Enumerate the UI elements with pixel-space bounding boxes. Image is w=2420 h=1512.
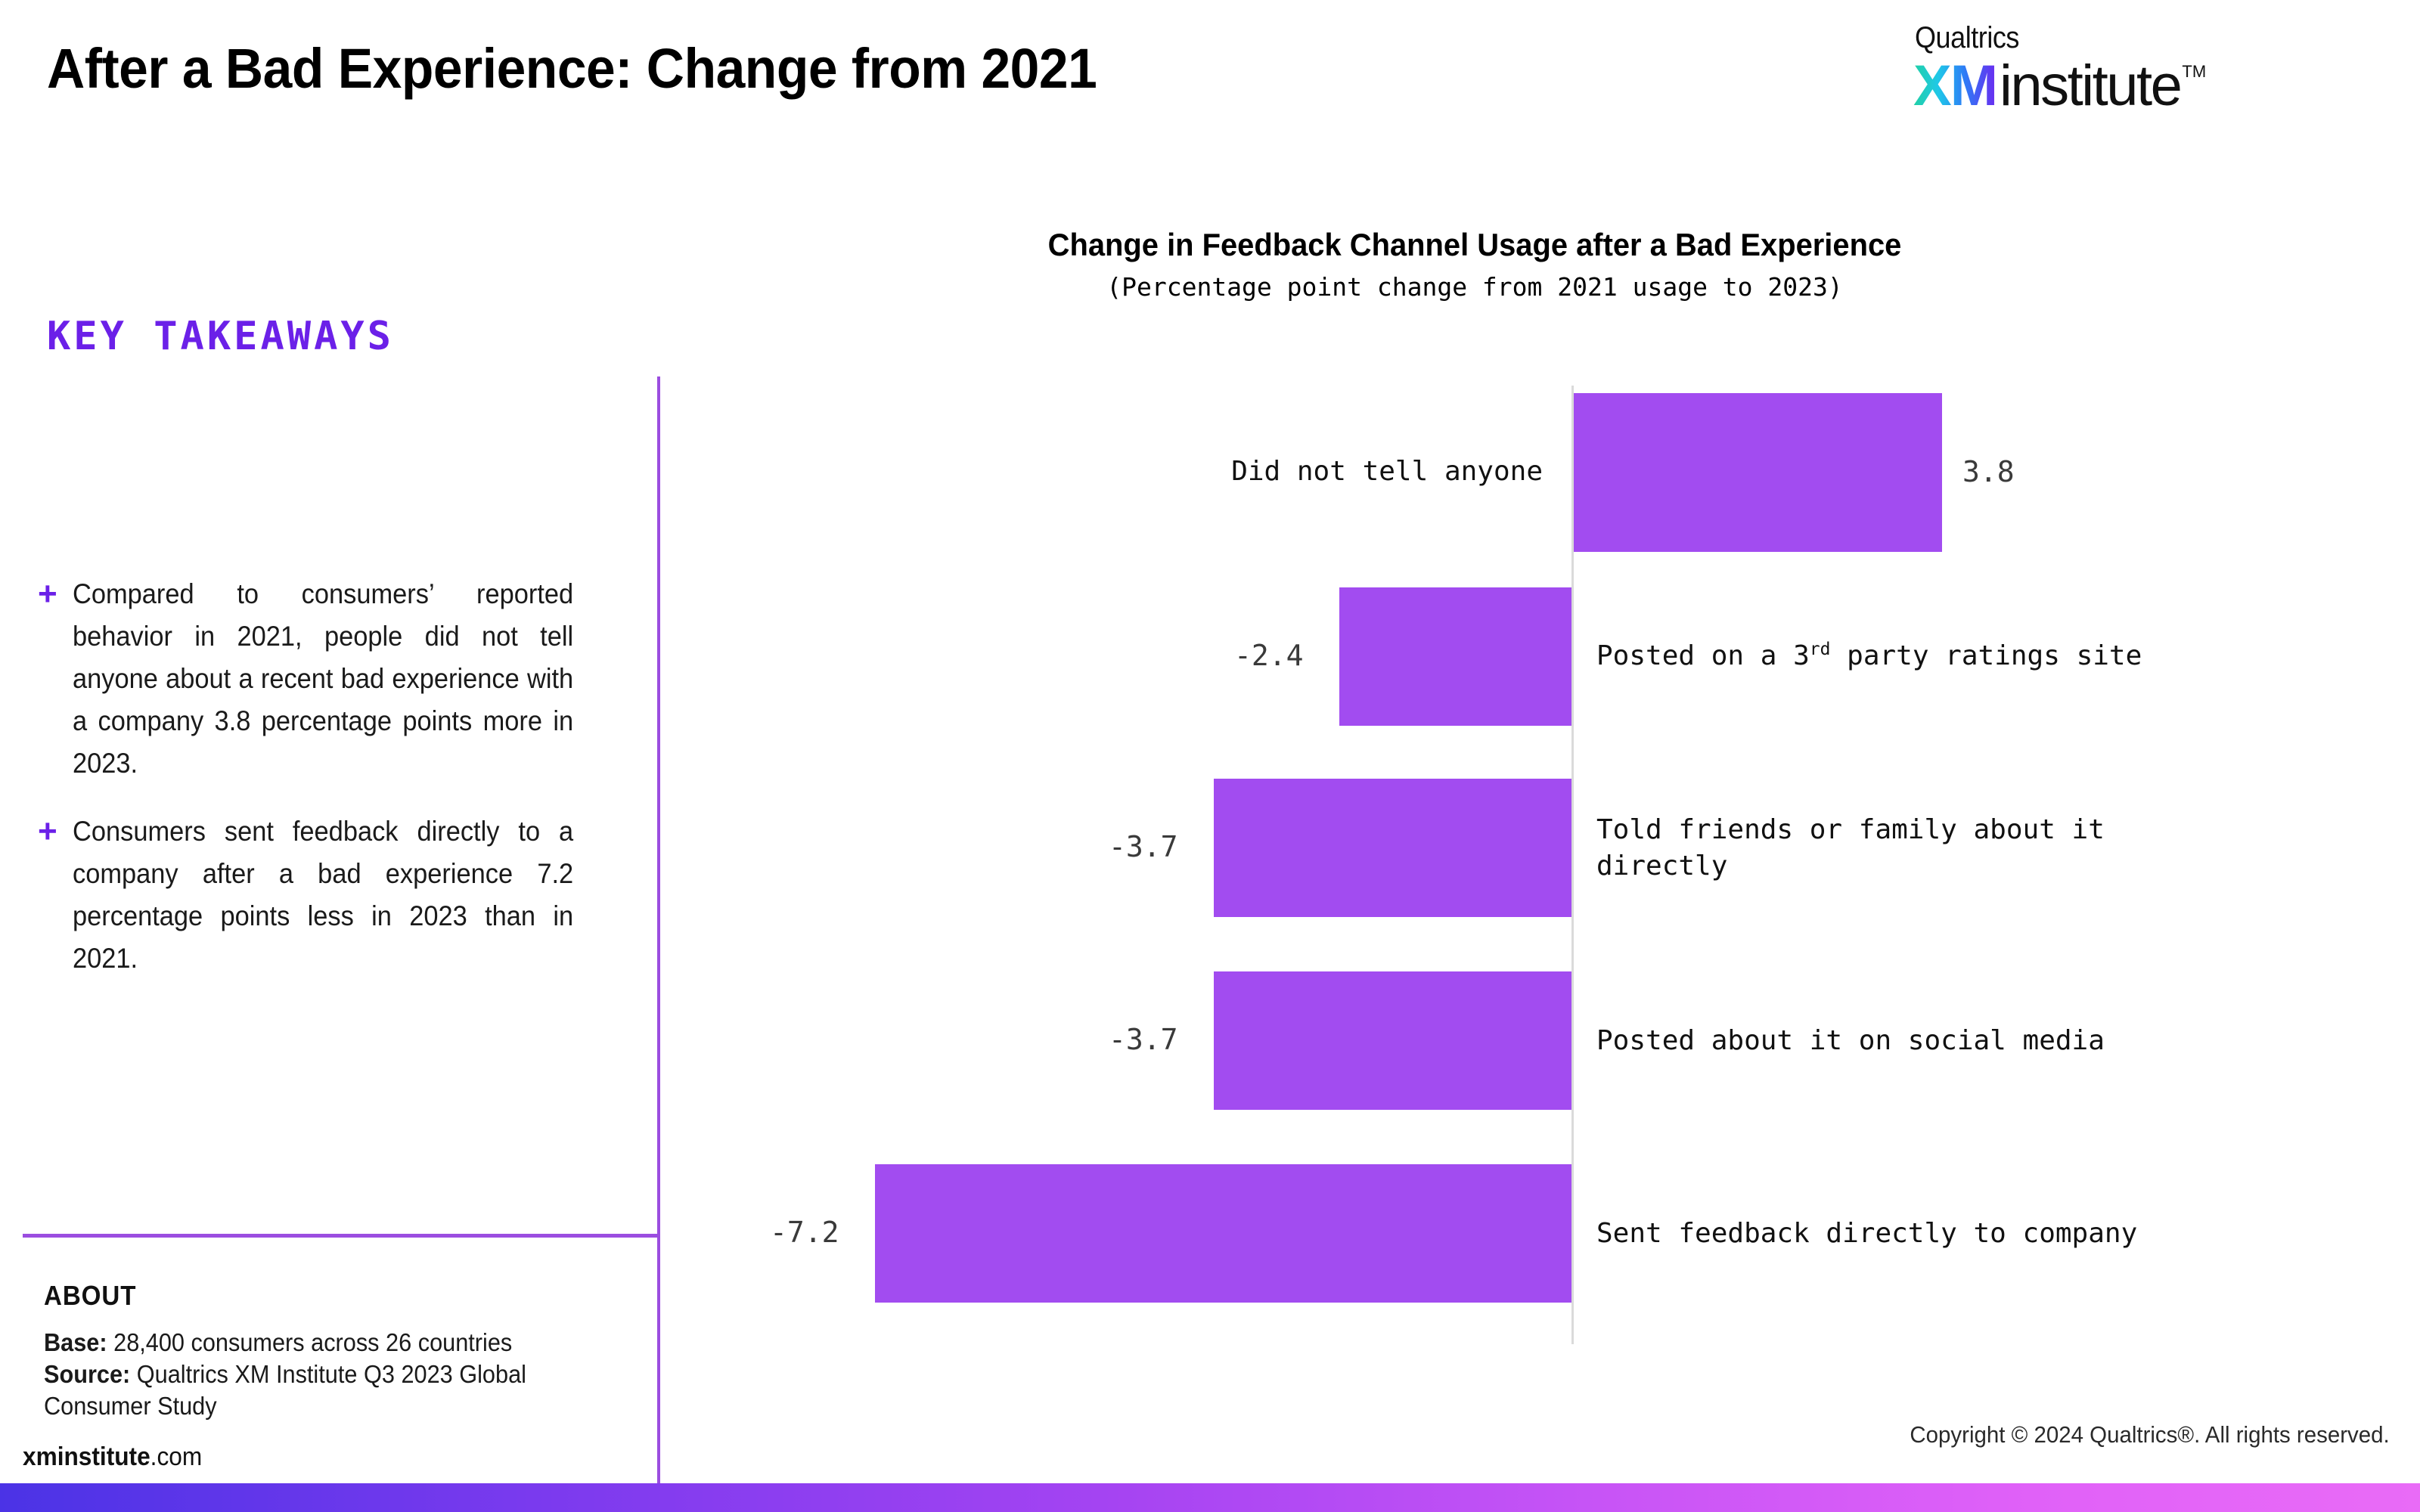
bar[interactable] [1214,971,1571,1110]
bar-row: -3.7 Posted about it on social media [0,971,2420,1110]
bar-value-label: -3.7 [1109,1023,1178,1056]
logo-xm-institute-row: XM institute TM [1913,57,2382,115]
bar-value-label: 3.8 [1962,455,2015,488]
logo-qualtrics-wordmark: Qualtrics [1915,21,2019,54]
logo-institute-wordmark: institute [2000,54,2183,118]
bar-row: -3.7 Told friends or family about it dire… [0,779,2420,917]
bar[interactable] [1574,393,1942,552]
bar[interactable] [1214,779,1571,917]
page-title: After a Bad Experience: Change from 2021 [47,37,1097,100]
bar-row: -7.2 Sent feedback directly to company [0,1164,2420,1303]
about-source-label: Source: [44,1360,131,1388]
bar-chart: Did not tell anyone 3.8 -2.4 Posted on a… [0,378,2420,1353]
about-source-line: Source: Qualtrics XM Institute Q3 2023 G… [44,1359,607,1422]
copyright-notice: Copyright © 2024 Qualtrics®. All rights … [1910,1421,2390,1448]
bar-value-label: -7.2 [770,1216,839,1249]
website-name: xminstitute [23,1442,150,1471]
bar-value-label: -3.7 [1109,830,1178,863]
bar-row: Did not tell anyone 3.8 [0,393,2420,552]
chart-subtitle: (Percentage point change from 2021 usage… [1106,272,1843,302]
bottom-gradient-bar [0,1483,2420,1512]
bar-category-label: Posted on a 3rd party ratings site [1596,640,2142,671]
bar-category-label: Posted about it on social media [1596,1025,2105,1056]
chart-title: Change in Feedback Channel Usage after a… [1047,227,1902,262]
ordinal-suffix: rd [1809,640,1831,659]
bar-category-label: Did not tell anyone [1231,456,1543,487]
qualtrics-xm-institute-logo: Qualtrics XM institute TM [1913,23,2382,115]
bar[interactable] [875,1164,1571,1303]
bar[interactable] [1339,587,1571,726]
trademark-icon: TM [2182,62,2207,81]
xminstitute-website-link[interactable]: xminstitute.com [23,1442,202,1472]
bar-category-label: Told friends or family about it directly [1596,814,2105,881]
bar-row: -2.4 Posted on a 3rd party ratings site [0,587,2420,726]
key-takeaways-heading: KEY TAKEAWAYS [47,314,394,359]
bar-category-label: Sent feedback directly to company [1596,1218,2138,1249]
website-tld: .com [150,1442,203,1471]
logo-xm-mark: XM [1913,54,1998,118]
bar-value-label: -2.4 [1234,639,1304,672]
